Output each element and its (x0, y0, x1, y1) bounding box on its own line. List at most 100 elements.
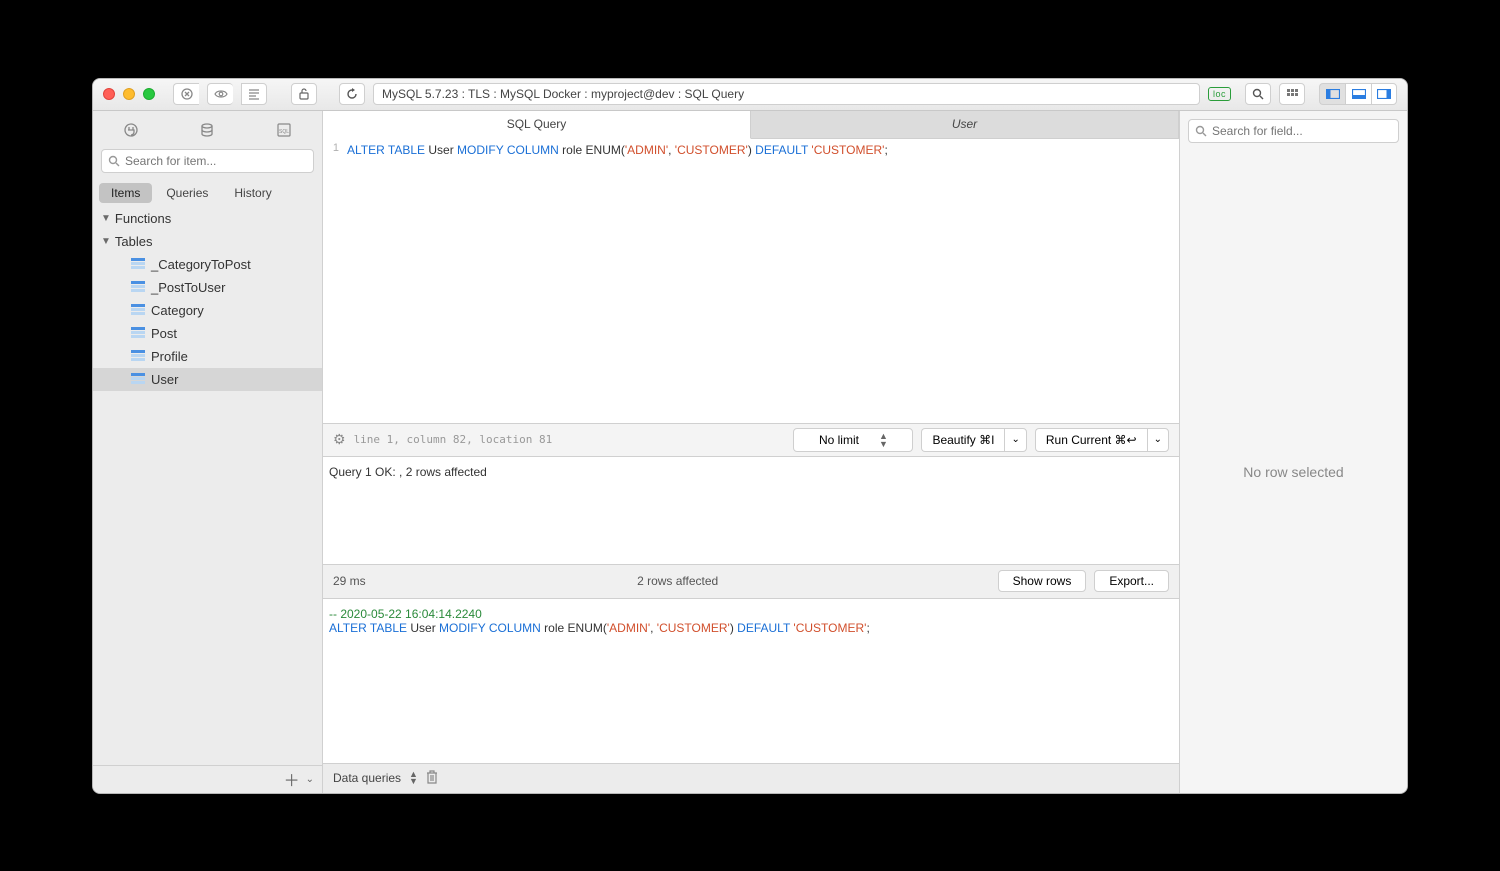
chevron-down-icon[interactable]: ⌄ (306, 774, 314, 785)
group-functions[interactable]: ▼ Functions (93, 207, 322, 230)
right-panel: No row selected (1179, 111, 1407, 793)
sidebar-tabs: Items Queries History (99, 183, 322, 203)
table-name: Profile (151, 349, 188, 364)
group-label: Tables (115, 234, 153, 249)
beautify-dropdown[interactable]: ⌄ (1004, 428, 1026, 452)
right-search[interactable] (1188, 119, 1399, 143)
stepper-arrows-icon[interactable]: ▲▼ (409, 771, 418, 785)
group-label: Functions (115, 211, 171, 226)
beautify-button-group: Beautify ⌘I ⌄ (921, 428, 1026, 452)
table-name: User (151, 372, 178, 387)
plug-icon[interactable] (121, 120, 141, 140)
loc-badge: loc (1208, 87, 1231, 101)
table-name: Category (151, 303, 204, 318)
lines-icon (248, 88, 260, 100)
search-icon (1195, 125, 1207, 137)
breadcrumb-text: MySQL 5.7.23 : TLS : MySQL Docker : mypr… (382, 87, 744, 101)
panel-left-icon (1326, 89, 1340, 99)
search-icon (108, 155, 120, 167)
center-column: SQL Query User 1 ALTER TABLE User MODIFY… (323, 111, 1179, 793)
run-button[interactable]: Run Current ⌘↩︎ (1035, 428, 1147, 452)
panel-bottom-icon (1352, 89, 1366, 99)
group-tables[interactable]: ▼ Tables (93, 230, 322, 253)
right-empty-state: No row selected (1180, 151, 1407, 793)
traffic-lights (103, 88, 155, 100)
query-history[interactable]: -- 2020-05-22 16:04:14.2240 ALTER TABLE … (323, 599, 1179, 763)
bottombar-label[interactable]: Data queries (333, 771, 401, 785)
chevron-down-icon: ⌄ (1154, 434, 1162, 445)
svg-text:SQL: SQL (279, 129, 289, 135)
lock-button[interactable] (291, 83, 317, 105)
tab-queries[interactable]: Queries (154, 183, 220, 203)
table-icon (131, 373, 145, 385)
sidebar-search[interactable] (101, 149, 314, 173)
panel-right-icon (1377, 89, 1391, 99)
sidebar: SQL Items Queries History ▼ Functions ▼ … (93, 111, 323, 793)
x-circle-icon (181, 88, 193, 100)
table-icon (131, 350, 145, 362)
sidebar-top-icons: SQL (93, 111, 322, 145)
sidebar-tree: ▼ Functions ▼ Tables _CategoryToPost _Po… (93, 207, 322, 765)
layout-toggles (1319, 83, 1397, 105)
sidebar-search-input[interactable] (125, 154, 307, 168)
minimize-window-button[interactable] (123, 88, 135, 100)
table-icon (131, 281, 145, 293)
table-name: Post (151, 326, 177, 341)
table-icon (131, 327, 145, 339)
search-button[interactable] (1245, 83, 1271, 105)
chevron-down-icon: ⌄ (1011, 434, 1019, 445)
sidebar-footer: ＋ ⌄ (93, 765, 322, 793)
show-rows-button[interactable]: Show rows (998, 570, 1087, 592)
results-bar: 29 ms 2 rows affected Show rows Export..… (323, 565, 1179, 599)
grid-button[interactable] (1279, 83, 1305, 105)
table-item[interactable]: Post (93, 322, 322, 345)
tab-history[interactable]: History (222, 183, 283, 203)
tab-items[interactable]: Items (99, 183, 152, 203)
toggle-left-panel[interactable] (1319, 83, 1345, 105)
watch-button[interactable] (207, 83, 233, 105)
reload-button[interactable] (339, 83, 365, 105)
stop-button[interactable] (173, 83, 199, 105)
table-item[interactable]: _CategoryToPost (93, 253, 322, 276)
beautify-button[interactable]: Beautify ⌘I (921, 428, 1004, 452)
table-item[interactable]: Profile (93, 345, 322, 368)
rows-affected: 2 rows affected (366, 574, 990, 588)
zoom-window-button[interactable] (143, 88, 155, 100)
titlebar: MySQL 5.7.23 : TLS : MySQL Docker : mypr… (93, 79, 1407, 111)
toggle-right-panel[interactable] (1371, 83, 1397, 105)
eye-icon (214, 89, 228, 99)
sql-editor[interactable]: 1 ALTER TABLE User MODIFY COLUMN role EN… (323, 139, 1179, 423)
table-item-selected[interactable]: User (93, 368, 322, 391)
stepper-arrows-icon: ▲▼ (879, 432, 888, 448)
table-icon (131, 304, 145, 316)
content-tabs: SQL Query User (323, 111, 1179, 139)
database-icon[interactable] (197, 120, 217, 140)
format-button[interactable] (241, 83, 267, 105)
body: SQL Items Queries History ▼ Functions ▼ … (93, 111, 1407, 793)
close-window-button[interactable] (103, 88, 115, 100)
breadcrumb[interactable]: MySQL 5.7.23 : TLS : MySQL Docker : mypr… (373, 83, 1200, 105)
editor-code: ALTER TABLE User MODIFY COLUMN role ENUM… (323, 139, 1179, 159)
query-time: 29 ms (333, 574, 366, 588)
editor-gutter: 1 (323, 139, 343, 423)
disclosure-triangle-icon: ▼ (101, 236, 111, 247)
sql-icon[interactable]: SQL (274, 120, 294, 140)
disclosure-triangle-icon: ▼ (101, 213, 111, 224)
table-name: _CategoryToPost (151, 257, 251, 272)
toggle-bottom-panel[interactable] (1345, 83, 1371, 105)
run-dropdown[interactable]: ⌄ (1147, 428, 1169, 452)
limit-dropdown[interactable]: No limit ▲▼ (793, 428, 913, 452)
editor-statusbar: ⚙ line 1, column 82, location 81 No limi… (323, 423, 1179, 457)
add-button[interactable]: ＋ (284, 767, 300, 791)
table-item[interactable]: _PostToUser (93, 276, 322, 299)
tab-sql-query[interactable]: SQL Query (323, 111, 751, 139)
trash-icon[interactable] (426, 770, 438, 787)
table-item[interactable]: Category (93, 299, 322, 322)
export-button[interactable]: Export... (1094, 570, 1169, 592)
bottombar: Data queries ▲▼ (323, 763, 1179, 793)
right-search-input[interactable] (1212, 124, 1392, 138)
table-icon (131, 258, 145, 270)
tab-user[interactable]: User (751, 111, 1179, 139)
gear-icon[interactable]: ⚙ (333, 431, 346, 448)
table-name: _PostToUser (151, 280, 225, 295)
